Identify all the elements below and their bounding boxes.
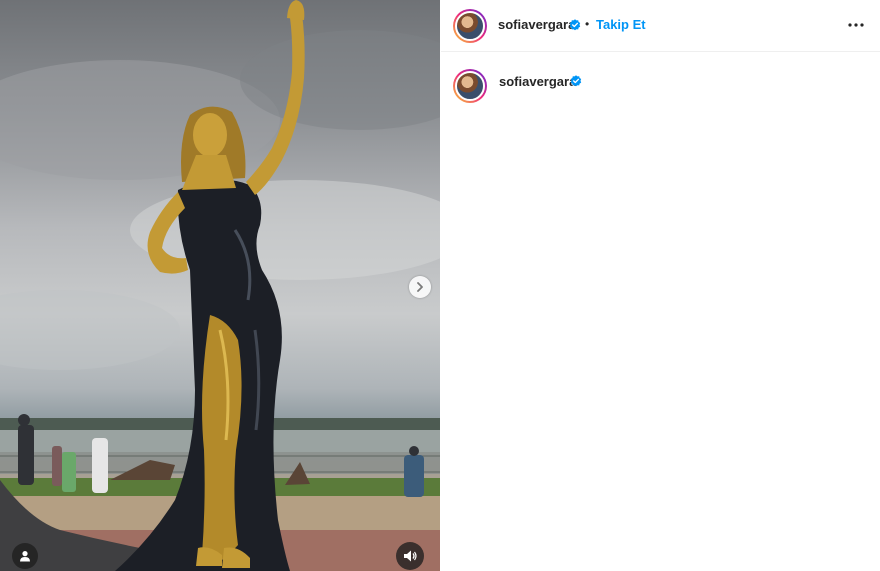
post-header: sofiavergara • Takip Et xyxy=(441,0,880,52)
caption-avatar[interactable] xyxy=(453,69,487,103)
caption-username[interactable]: sofiavergara xyxy=(499,74,576,89)
follow-button[interactable]: Takip Et xyxy=(596,17,646,32)
chevron-right-icon xyxy=(417,282,423,292)
separator-dot: • xyxy=(585,17,590,31)
tagged-users-button[interactable] xyxy=(12,543,38,569)
header-username[interactable]: sofiavergara xyxy=(498,17,575,32)
more-options-button[interactable] xyxy=(846,15,866,35)
verified-badge-icon xyxy=(569,19,581,31)
user-tag-icon xyxy=(20,551,30,562)
next-slide-button[interactable] xyxy=(409,276,431,298)
post-details-panel: sofiavergara • Takip Et sofiavergara xyxy=(441,0,880,571)
more-horizontal-icon xyxy=(848,23,864,27)
verified-badge-icon xyxy=(570,75,582,87)
volume-icon xyxy=(404,550,417,562)
sound-toggle-button[interactable] xyxy=(396,542,424,570)
statue-photo xyxy=(0,0,440,571)
post-media[interactable] xyxy=(0,0,440,571)
avatar[interactable] xyxy=(453,9,487,43)
